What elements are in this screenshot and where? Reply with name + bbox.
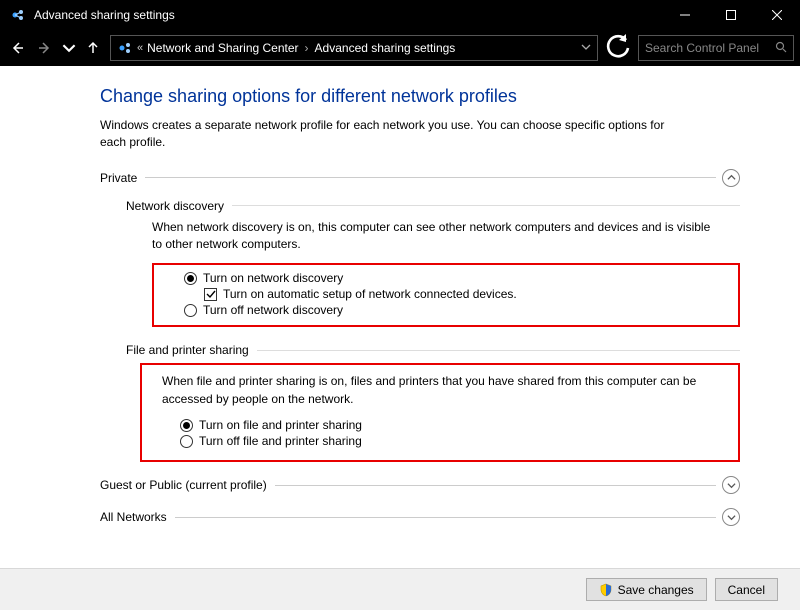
chevron-down-icon[interactable] [722, 476, 740, 494]
file-printer-desc: When file and printer sharing is on, fil… [162, 373, 722, 408]
page-subtext: Windows creates a separate network profi… [100, 117, 690, 151]
checkbox-icon [204, 288, 217, 301]
cancel-button[interactable]: Cancel [715, 578, 778, 601]
group-private[interactable]: Private [100, 169, 740, 187]
chevron-up-icon[interactable] [722, 169, 740, 187]
group-all-networks[interactable]: All Networks [100, 508, 740, 526]
forward-button[interactable] [34, 36, 56, 60]
file-printer-block: When file and printer sharing is on, fil… [140, 363, 740, 462]
group-guest-public[interactable]: Guest or Public (current profile) [100, 476, 740, 494]
chevron-down-icon[interactable] [722, 508, 740, 526]
radio-network-discovery-on[interactable]: Turn on network discovery [184, 271, 732, 285]
page-heading: Change sharing options for different net… [100, 86, 740, 107]
window-title: Advanced sharing settings [34, 8, 175, 22]
search-icon [775, 41, 787, 56]
chevron-down-icon[interactable] [581, 41, 591, 55]
back-button[interactable] [6, 36, 28, 60]
search-input[interactable]: Search Control Panel [638, 35, 794, 61]
maximize-button[interactable] [708, 0, 754, 30]
content-area: Change sharing options for different net… [0, 66, 800, 568]
search-placeholder: Search Control Panel [645, 41, 775, 55]
radio-file-printer-off[interactable]: Turn off file and printer sharing [180, 434, 728, 448]
radio-icon [180, 435, 193, 448]
radio-icon [180, 419, 193, 432]
chevron-right-icon: › [305, 41, 309, 55]
subheading-network-discovery: Network discovery [126, 199, 740, 213]
breadcrumb-current[interactable]: Advanced sharing settings [315, 41, 456, 55]
recent-locations-button[interactable] [62, 36, 76, 60]
footer: Save changes Cancel [0, 568, 800, 610]
save-changes-button[interactable]: Save changes [586, 578, 707, 601]
refresh-button[interactable] [604, 35, 632, 61]
breadcrumb-parent[interactable]: Network and Sharing Center [147, 41, 298, 55]
close-button[interactable] [754, 0, 800, 30]
group-private-label: Private [100, 171, 145, 185]
network-discovery-options: Turn on network discovery Turn on automa… [152, 263, 740, 327]
up-button[interactable] [82, 36, 104, 60]
radio-icon [184, 272, 197, 285]
address-icon [117, 40, 133, 56]
checkbox-auto-setup[interactable]: Turn on automatic setup of network conne… [204, 287, 732, 301]
radio-file-printer-on[interactable]: Turn on file and printer sharing [180, 418, 728, 432]
address-bar[interactable]: « Network and Sharing Center › Advanced … [110, 35, 598, 61]
shield-icon [599, 583, 613, 597]
minimize-button[interactable] [662, 0, 708, 30]
group-all-networks-label: All Networks [100, 510, 175, 524]
subheading-file-printer: File and printer sharing [126, 343, 740, 357]
app-icon [10, 7, 26, 23]
radio-network-discovery-off[interactable]: Turn off network discovery [184, 303, 732, 317]
titlebar: Advanced sharing settings [0, 0, 800, 30]
group-guest-label: Guest or Public (current profile) [100, 478, 275, 492]
breadcrumb-chevrons-icon: « [137, 42, 143, 54]
network-discovery-desc: When network discovery is on, this compu… [152, 219, 712, 254]
navbar: « Network and Sharing Center › Advanced … [0, 30, 800, 66]
radio-icon [184, 304, 197, 317]
